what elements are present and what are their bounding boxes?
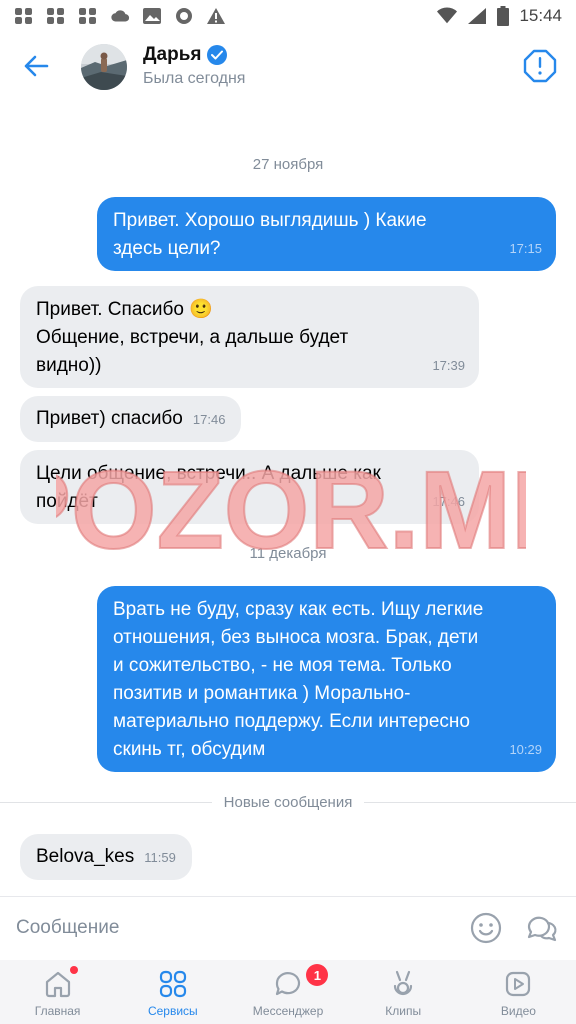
message-text: Belova_kes bbox=[36, 846, 135, 867]
signal-icon bbox=[468, 8, 487, 24]
report-button[interactable] bbox=[522, 48, 558, 84]
app-grid-icon bbox=[15, 8, 32, 24]
tab-messenger[interactable]: 1 Мессенджер bbox=[230, 960, 345, 1024]
date-separator: 11 декабря bbox=[249, 545, 327, 562]
date-separator: 27 ноября bbox=[252, 156, 324, 173]
app-grid-icon bbox=[79, 8, 96, 24]
verified-icon bbox=[207, 45, 228, 65]
wifi-icon bbox=[437, 7, 458, 24]
battery-icon bbox=[497, 6, 510, 26]
new-messages-label: Новые сообщения bbox=[223, 793, 353, 811]
image-icon bbox=[143, 8, 161, 24]
tab-label: Клипы bbox=[385, 1004, 422, 1018]
smile-icon bbox=[470, 912, 502, 944]
last-seen-status: Была сегодня bbox=[143, 70, 246, 87]
tab-label: Сервисы bbox=[147, 1004, 198, 1018]
message-time: 10:29 bbox=[509, 742, 542, 757]
message-input[interactable] bbox=[16, 917, 436, 939]
message-time: 17:15 bbox=[509, 241, 542, 256]
new-messages-divider: Новые сообщения bbox=[0, 790, 576, 814]
message-text: Привет. Спасибо 🙂 Общение, встречи, а да… bbox=[36, 299, 349, 376]
tab-services[interactable]: Сервисы bbox=[115, 960, 230, 1024]
chat-bubbles-icon bbox=[527, 916, 557, 942]
back-button[interactable] bbox=[18, 48, 54, 84]
status-bar: 15:44 bbox=[0, 0, 576, 32]
tab-label: Мессенджер bbox=[252, 1004, 324, 1018]
message-text: Врать не буду, сразу как есть. Ищу легки… bbox=[113, 599, 484, 760]
tab-video[interactable]: Видео bbox=[461, 960, 576, 1024]
chat-header: Дарья Была сегодня bbox=[0, 34, 576, 100]
message-text: Цели общение, встречи.. А дальше как пой… bbox=[36, 463, 381, 512]
notification-dot bbox=[70, 966, 78, 974]
outgoing-message[interactable]: Врать не буду, сразу как есть. Ищу легки… bbox=[97, 586, 556, 772]
avatar-photo bbox=[81, 44, 127, 90]
message-time: 17:46 bbox=[192, 412, 226, 427]
outgoing-message[interactable]: Привет. Хорошо выглядишь ) Какие здесь ц… bbox=[97, 197, 556, 271]
bottom-tab-bar: Главная Сервисы 1 Мессенджер Клипы Видео bbox=[0, 960, 576, 1024]
arrow-left-icon bbox=[24, 55, 49, 77]
cloud-icon bbox=[111, 10, 130, 22]
emoji-button[interactable] bbox=[469, 911, 503, 945]
notification-icons bbox=[14, 7, 226, 25]
message-time: 17:46 bbox=[432, 494, 465, 509]
video-icon bbox=[506, 971, 531, 997]
message-composer bbox=[0, 896, 576, 960]
incoming-message[interactable]: Belova_kes 11:59 bbox=[20, 834, 192, 880]
incoming-message[interactable]: Привет) спасибо 17:46 bbox=[20, 396, 242, 442]
message-text: Привет. Хорошо выглядишь ) Какие здесь ц… bbox=[113, 210, 427, 259]
message-text: Привет) спасибо bbox=[36, 408, 183, 429]
incoming-message[interactable]: Привет. Спасибо 🙂 Общение, встречи, а да… bbox=[20, 286, 479, 388]
firefox-icon bbox=[176, 8, 192, 24]
tab-clips[interactable]: Клипы bbox=[346, 960, 461, 1024]
home-icon bbox=[45, 971, 70, 998]
message-time: 17:39 bbox=[432, 358, 465, 373]
clips-icon bbox=[394, 970, 413, 996]
alert-octagon-icon bbox=[523, 49, 557, 83]
tab-home[interactable]: Главная bbox=[0, 960, 115, 1024]
clock: 15:44 bbox=[519, 6, 562, 25]
chat-bubbles-button[interactable] bbox=[525, 911, 559, 945]
tab-label: Видео bbox=[500, 1004, 536, 1018]
incoming-message[interactable]: Цели общение, встречи.. А дальше как пой… bbox=[20, 450, 479, 524]
message-icon bbox=[275, 972, 301, 996]
app-grid-icon bbox=[47, 8, 64, 24]
contact-name-text: Дарья bbox=[143, 44, 202, 65]
warning-icon bbox=[207, 8, 225, 24]
unread-badge: 1 bbox=[306, 964, 329, 986]
avatar[interactable] bbox=[81, 44, 127, 90]
message-time: 11:59 bbox=[144, 850, 176, 865]
tab-label: Главная bbox=[34, 1004, 81, 1018]
contact-name[interactable]: Дарья bbox=[143, 44, 245, 66]
services-icon bbox=[159, 970, 186, 998]
